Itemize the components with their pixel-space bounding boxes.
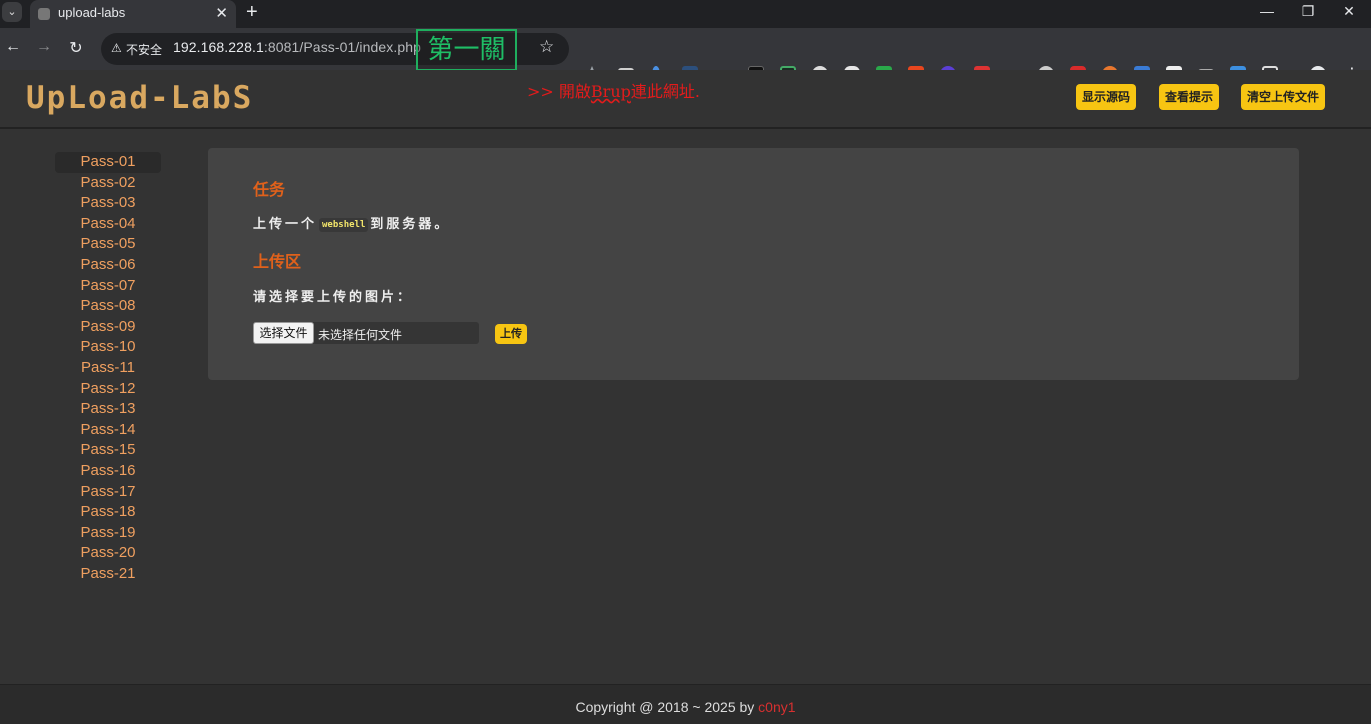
copyright-text: Copyright @ 2018 ~ 2025 by [575, 699, 759, 715]
url-text[interactable]: 192.168.228.1:8081/Pass-01/index.php [173, 39, 421, 55]
clear-uploads-button[interactable]: 清空上传文件 [1241, 84, 1325, 110]
tab-search-chevron-icon[interactable]: ⌄ [2, 2, 22, 22]
tab-favicon-icon [38, 8, 50, 20]
tab-strip: ⌄ upload-labs ✕ + — ❐ ✕ [0, 0, 1371, 28]
sidebar-item-pass-17[interactable]: Pass-17 [55, 482, 161, 503]
sidebar-item-pass-08[interactable]: Pass-08 [55, 296, 161, 317]
sidebar-item-pass-03[interactable]: Pass-03 [55, 193, 161, 214]
footer: Copyright @ 2018 ~ 2025 by c0ny1 [0, 684, 1371, 724]
sidebar-item-pass-01[interactable]: Pass-01 [55, 152, 161, 173]
task-prefix: 上传一个 [253, 216, 318, 231]
burp-note-word: Brup [590, 82, 631, 101]
no-file-label: 未选择任何文件 [318, 328, 403, 342]
insecure-label[interactable]: 不安全 [126, 41, 162, 58]
pass-sidebar: Pass-01 Pass-02 Pass-03 Pass-04 Pass-05 Pass-… [55, 152, 161, 584]
sidebar-item-pass-20[interactable]: Pass-20 [55, 543, 161, 564]
sidebar-item-pass-05[interactable]: Pass-05 [55, 234, 161, 255]
task-title: 任务 [253, 182, 286, 199]
tab-title: upload-labs [58, 5, 126, 20]
url-path: :8081/Pass-01/index.php [263, 39, 422, 55]
browser-toolbar: ← → ↻ ⚠ 不安全 192.168.228.1:8081/Pass-01/i… [0, 28, 1371, 87]
sidebar-item-pass-19[interactable]: Pass-19 [55, 523, 161, 544]
upload-prompt: 请选择要上传的图片： [253, 289, 414, 304]
url-host: 192.168.228.1 [173, 39, 264, 55]
sidebar-item-pass-11[interactable]: Pass-11 [55, 358, 161, 379]
window-close-icon[interactable]: ✕ [1339, 3, 1359, 20]
burp-note-prefix: >> 開啟 [527, 82, 591, 101]
sidebar-item-pass-09[interactable]: Pass-09 [55, 317, 161, 338]
sidebar-item-pass-10[interactable]: Pass-10 [55, 337, 161, 358]
sidebar-item-pass-04[interactable]: Pass-04 [55, 214, 161, 235]
level-overlay-label: 第一關 [416, 29, 517, 71]
upload-title: 上传区 [253, 254, 302, 271]
back-icon[interactable]: ← [3, 38, 23, 56]
sidebar-item-pass-15[interactable]: Pass-15 [55, 440, 161, 461]
author-link[interactable]: c0ny1 [758, 699, 795, 715]
restore-icon[interactable]: ❐ [1298, 3, 1318, 20]
sidebar-item-pass-18[interactable]: Pass-18 [55, 502, 161, 523]
warning-icon[interactable]: ⚠ [111, 41, 122, 55]
bookmark-star-icon[interactable]: ☆ [539, 37, 554, 57]
task-description: 上传一个 webshell 到服务器。 [253, 213, 450, 232]
sidebar-item-pass-06[interactable]: Pass-06 [55, 255, 161, 276]
sidebar-item-pass-14[interactable]: Pass-14 [55, 420, 161, 441]
file-input[interactable]: 选择文件 未选择任何文件 [253, 322, 479, 344]
sidebar-item-pass-07[interactable]: Pass-07 [55, 276, 161, 297]
sidebar-item-pass-12[interactable]: Pass-12 [55, 379, 161, 400]
main-panel: 任务 上传一个 webshell 到服务器。 上传区 请选择要上传的图片： 选择文件… [208, 148, 1299, 380]
forward-icon[interactable]: → [34, 38, 54, 56]
show-source-button[interactable]: 显示源码 [1076, 84, 1136, 110]
browser-tab[interactable]: upload-labs ✕ [30, 0, 236, 28]
upload-button[interactable]: 上传 [495, 324, 527, 344]
webshell-code-tag: webshell [319, 217, 369, 232]
choose-file-button[interactable]: 选择文件 [253, 322, 314, 344]
burp-note-suffix: 連此網址. [630, 82, 700, 101]
page-header: UpLoad-LabS >> 開啟Brup連此網址. 显示源码 查看提示 清空上… [0, 70, 1371, 129]
sidebar-item-pass-16[interactable]: Pass-16 [55, 461, 161, 482]
site-logo[interactable]: UpLoad-LabS [26, 80, 253, 116]
burp-note: >> 開啟Brup連此網址. [527, 78, 700, 102]
new-tab-icon[interactable]: + [246, 1, 258, 24]
view-hint-button[interactable]: 查看提示 [1159, 84, 1219, 110]
reload-icon[interactable]: ↻ [66, 38, 86, 58]
task-suffix: 到服务器。 [370, 216, 451, 231]
sidebar-item-pass-21[interactable]: Pass-21 [55, 564, 161, 585]
sidebar-item-pass-13[interactable]: Pass-13 [55, 399, 161, 420]
minimize-icon[interactable]: — [1257, 3, 1277, 19]
tab-close-icon[interactable]: ✕ [215, 4, 228, 22]
sidebar-item-pass-02[interactable]: Pass-02 [55, 173, 161, 194]
